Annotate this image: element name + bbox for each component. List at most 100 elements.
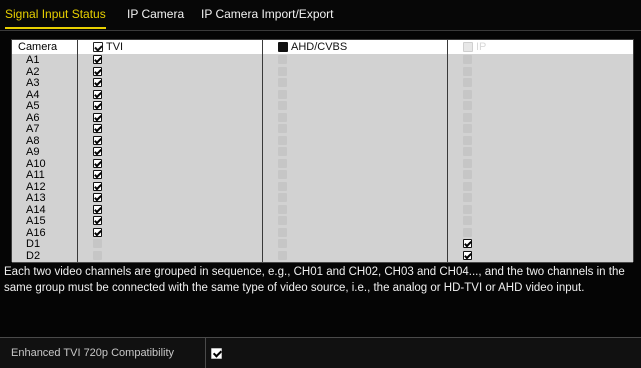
tvi-cell [78,203,263,216]
camera-cell: A10 [12,157,78,170]
ip-checkbox[interactable] [463,112,472,122]
ip-checkbox[interactable] [463,181,472,191]
ahd-checkbox[interactable] [278,181,287,191]
ahd-checkbox[interactable] [278,135,287,145]
signal-input-table: Camera TVI AHD/CVBS IP A1 A2 A3 A4 A5 A6 A7 A8 A… [11,39,634,263]
tab-bar: Signal Input Status IP Camera IP Camera … [0,0,641,31]
ahd-select-all-checkbox[interactable] [278,42,288,52]
ahd-cell [263,180,448,193]
tvi-checkbox[interactable] [93,227,102,237]
ahd-cell [263,157,448,170]
ip-checkbox[interactable] [463,227,472,237]
tvi-checkbox[interactable] [93,124,102,133]
tvi-checkbox[interactable] [93,89,102,99]
tvi-checkbox[interactable] [93,239,102,248]
camera-cell: A6 [12,111,78,124]
ip-cell [448,157,633,170]
ahd-checkbox[interactable] [278,55,287,64]
ip-checkbox[interactable] [463,66,472,76]
table-header-row: Camera TVI AHD/CVBS IP [12,40,633,55]
ahd-header-cell: AHD/CVBS [263,40,448,54]
ip-checkbox[interactable] [463,193,472,202]
tvi-checkbox[interactable] [93,204,102,214]
ip-cell [448,123,633,135]
tvi-checkbox[interactable] [93,147,102,156]
ahd-checkbox[interactable] [278,170,287,179]
camera-name: A4 [26,88,40,101]
ahd-checkbox[interactable] [278,89,287,99]
ahd-checkbox[interactable] [278,250,287,260]
tvi-checkbox[interactable] [93,135,102,145]
tvi-cell [78,157,263,170]
ahd-checkbox[interactable] [278,227,287,237]
ip-cell [448,192,633,204]
ip-checkbox[interactable] [463,89,472,99]
tvi-checkbox[interactable] [93,250,102,260]
ahd-cell [263,111,448,124]
ahd-cell [263,238,448,250]
ahd-cell [263,146,448,158]
ahd-checkbox[interactable] [278,124,287,133]
camera-name: A2 [26,65,40,78]
ahd-checkbox[interactable] [278,147,287,156]
ip-checkbox[interactable] [463,135,472,145]
tab-signal-input-status-label: Signal Input Status [5,7,106,21]
tvi-checkbox[interactable] [93,216,102,225]
ip-cell [448,203,633,216]
tab-signal-input-status[interactable]: Signal Input Status [5,7,106,29]
ahd-checkbox[interactable] [278,78,287,87]
ahd-checkbox[interactable] [278,101,287,110]
ip-checkbox[interactable] [463,216,472,225]
ahd-checkbox[interactable] [278,239,287,248]
tab-ip-camera-label: IP Camera [127,7,185,21]
tvi-checkbox[interactable] [93,112,102,122]
active-tab-underline [5,27,106,29]
tvi-cell [78,249,263,262]
tvi-checkbox[interactable] [93,170,102,179]
camera-name: A7 [26,123,40,135]
ahd-checkbox[interactable] [278,204,287,214]
channel-grouping-note: Each two video channels are grouped in s… [4,266,625,294]
camera-name: A9 [26,146,40,158]
camera-name: A15 [26,215,46,227]
ahd-checkbox[interactable] [278,158,287,168]
ip-checkbox[interactable] [463,250,472,260]
ahd-checkbox[interactable] [278,112,287,122]
ip-cell [448,134,633,147]
camera-cell: A15 [12,215,78,227]
tvi-checkbox[interactable] [93,66,102,76]
tvi-checkbox[interactable] [93,78,102,87]
ip-checkbox[interactable] [463,170,472,179]
ip-cell [448,88,633,101]
ip-checkbox[interactable] [463,204,472,214]
ip-checkbox[interactable] [463,55,472,64]
ahd-checkbox[interactable] [278,216,287,225]
ip-checkbox[interactable] [463,158,472,168]
tvi-select-all-checkbox[interactable] [93,42,103,52]
tvi-checkbox[interactable] [93,55,102,64]
ahd-checkbox[interactable] [278,193,287,202]
ip-cell [448,226,633,239]
ip-checkbox[interactable] [463,239,472,248]
ip-checkbox[interactable] [463,78,472,87]
tvi-checkbox[interactable] [93,181,102,191]
ip-cell [448,249,633,262]
ip-header-label: IP [476,41,487,53]
tvi-cell [78,54,263,66]
camera-cell: D2 [12,249,78,262]
camera-cell: A16 [12,226,78,239]
ahd-checkbox[interactable] [278,66,287,76]
enhanced-tvi-checkbox[interactable] [211,348,222,359]
ahd-cell [263,65,448,78]
tvi-cell [78,65,263,78]
ip-checkbox[interactable] [463,101,472,110]
tvi-checkbox[interactable] [93,101,102,110]
tvi-checkbox[interactable] [93,158,102,168]
ip-checkbox[interactable] [463,147,472,156]
tvi-checkbox[interactable] [93,193,102,202]
ip-select-all-checkbox[interactable] [463,42,473,52]
tab-ip-camera-import-export[interactable]: IP Camera Import/Export [201,7,334,21]
tvi-cell [78,226,263,239]
ip-checkbox[interactable] [463,124,472,133]
tab-ip-camera[interactable]: IP Camera [127,7,184,21]
